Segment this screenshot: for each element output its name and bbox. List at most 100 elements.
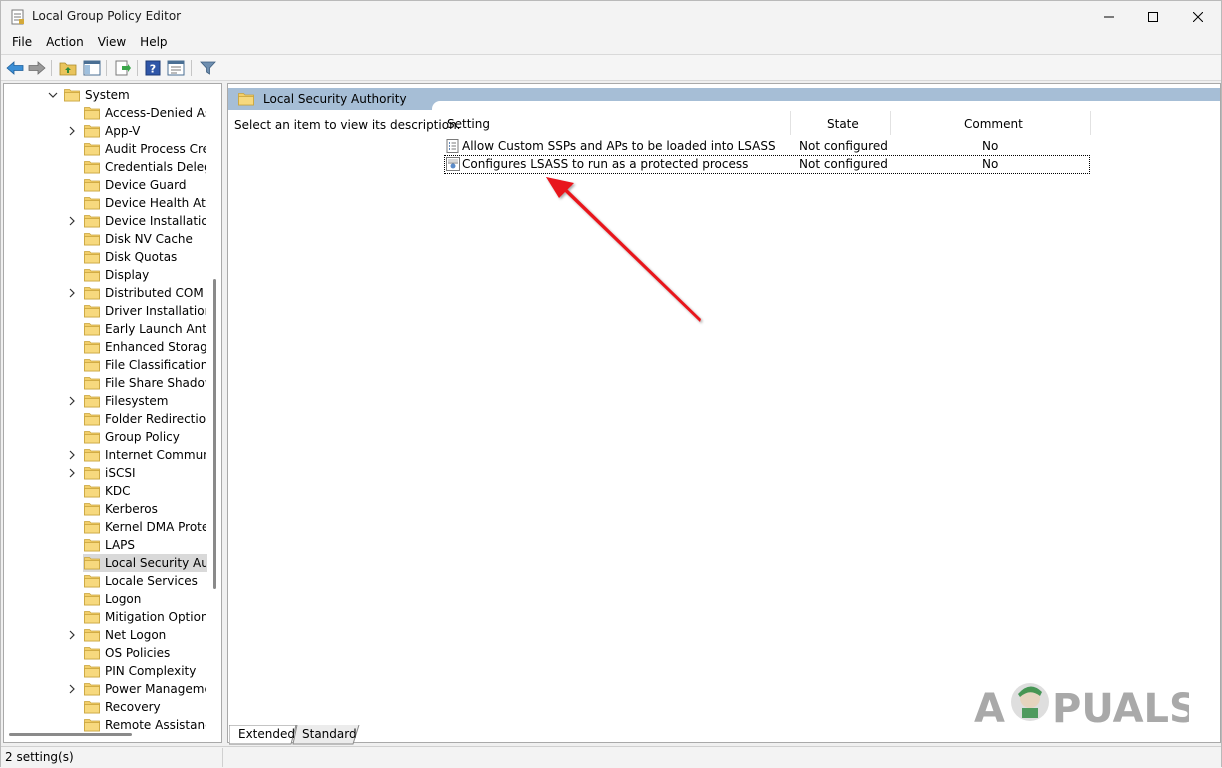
maximize-button[interactable] xyxy=(1130,1,1176,32)
tree-item[interactable]: File Classification I xyxy=(4,356,206,374)
setting-comment: No xyxy=(982,139,999,153)
tree-item[interactable]: Credentials Delegat xyxy=(4,158,206,176)
folder-icon xyxy=(84,377,100,390)
tree-item[interactable]: KDC xyxy=(4,482,206,500)
folder-icon xyxy=(84,701,100,714)
up-one-level-button[interactable] xyxy=(57,58,79,78)
setting-state: Not configured xyxy=(799,157,888,171)
folder-icon xyxy=(84,251,100,264)
tree-item[interactable]: Folder Redirection xyxy=(4,410,206,428)
chevron-right-icon[interactable] xyxy=(67,629,77,641)
menu-action[interactable]: Action xyxy=(39,32,91,54)
tree-item[interactable]: Driver Installation xyxy=(4,302,206,320)
tree-item[interactable]: Logon xyxy=(4,590,206,608)
close-button[interactable] xyxy=(1175,1,1221,32)
tree-item[interactable]: Display xyxy=(4,266,206,284)
folder-icon xyxy=(84,665,100,678)
folder-icon xyxy=(84,197,100,210)
chevron-right-icon[interactable] xyxy=(67,467,77,479)
help-button[interactable]: ? xyxy=(142,58,164,78)
tree-item[interactable]: Net Logon xyxy=(4,626,206,644)
tree-item[interactable]: Group Policy xyxy=(4,428,206,446)
tree-item[interactable]: Distributed COM xyxy=(4,284,206,302)
folder-icon xyxy=(84,683,100,696)
minimize-button[interactable] xyxy=(1086,1,1132,32)
tree-item[interactable]: Disk NV Cache xyxy=(4,230,206,248)
tree-item-label: File Classification I xyxy=(105,358,206,372)
chevron-right-icon[interactable] xyxy=(67,125,77,137)
chevron-right-icon[interactable] xyxy=(67,287,77,299)
menu-help[interactable]: Help xyxy=(133,32,174,54)
tree-item[interactable]: Access-Denied Ass xyxy=(4,104,206,122)
folder-icon xyxy=(84,215,100,228)
tree-item[interactable]: Mitigation Options xyxy=(4,608,206,626)
details-header-title: Local Security Authority xyxy=(263,92,407,106)
tree-item-label: Locale Services xyxy=(105,574,198,588)
tree-item[interactable]: Enhanced Storage A xyxy=(4,338,206,356)
tree-item-label: Credentials Delegat xyxy=(105,160,206,174)
tree-item[interactable]: Kernel DMA Protec xyxy=(4,518,206,536)
tree-item[interactable]: PIN Complexity xyxy=(4,662,206,680)
chevron-right-icon[interactable] xyxy=(67,215,77,227)
tree-item[interactable]: Filesystem xyxy=(4,392,206,410)
minimize-icon xyxy=(1104,16,1114,17)
tree-item[interactable]: Device Installation xyxy=(4,212,206,230)
tab-standard[interactable]: Standard xyxy=(302,727,357,741)
tree-horizontal-scrollbar[interactable] xyxy=(9,733,132,736)
tree-item[interactable]: Device Guard xyxy=(4,176,206,194)
column-header-comment[interactable]: Comment xyxy=(964,111,1023,135)
tree-vertical-scrollbar[interactable] xyxy=(213,279,216,589)
tree-item-label: Net Logon xyxy=(105,628,167,642)
tab-extended[interactable]: Extended xyxy=(238,727,295,741)
column-header-setting[interactable]: Setting xyxy=(447,111,490,135)
chevron-right-icon[interactable] xyxy=(67,395,77,407)
tree-item[interactable]: Early Launch Antim xyxy=(4,320,206,338)
tree-item[interactable]: App-V xyxy=(4,122,206,140)
tree-item[interactable]: Disk Quotas xyxy=(4,248,206,266)
tree-item[interactable]: LAPS xyxy=(4,536,206,554)
console-tree: System Access-Denied Ass App-V Audit Proce… xyxy=(3,83,222,743)
tree-item[interactable]: Local Security Auth xyxy=(4,554,207,572)
table-row[interactable]: Configures LSASS to run as a protected p… xyxy=(444,155,1090,174)
forward-button[interactable] xyxy=(26,58,48,78)
tree-item-system[interactable]: System xyxy=(4,86,206,104)
folder-icon xyxy=(84,647,100,660)
back-button[interactable] xyxy=(4,58,26,78)
chevron-down-icon[interactable] xyxy=(48,89,58,101)
tree-item[interactable]: Locale Services xyxy=(4,572,206,590)
tree-item-label: Driver Installation xyxy=(105,304,206,318)
tree-item[interactable]: Power Managemer xyxy=(4,680,206,698)
window-title: Local Group Policy Editor xyxy=(32,9,182,23)
chevron-right-icon[interactable] xyxy=(67,683,77,695)
tree-item-label: KDC xyxy=(105,484,131,498)
folder-icon xyxy=(84,611,100,624)
folder-icon xyxy=(84,269,100,282)
folder-icon xyxy=(84,287,100,300)
table-row[interactable]: Allow Custom SSPs and APs to be loaded i… xyxy=(444,137,1090,156)
tree-item[interactable]: File Share Shadow C xyxy=(4,374,206,392)
tree-item-label: Local Security Auth xyxy=(105,556,206,570)
tree-item[interactable]: Audit Process Crea xyxy=(4,140,206,158)
tree-item[interactable]: OS Policies xyxy=(4,644,206,662)
menu-file[interactable]: File xyxy=(5,32,39,54)
chevron-right-icon[interactable] xyxy=(67,449,77,461)
show-hide-console-tree-button[interactable] xyxy=(81,58,103,78)
tree-item[interactable]: Internet Communic xyxy=(4,446,206,464)
tree-item-label: PIN Complexity xyxy=(105,664,197,678)
menu-view[interactable]: View xyxy=(91,32,133,54)
details-pane: Local Security Authority Select an item … xyxy=(227,83,1221,743)
filter-button[interactable] xyxy=(197,58,219,78)
policy-setting-icon xyxy=(446,157,460,171)
folder-icon xyxy=(84,719,100,732)
column-header-state[interactable]: State xyxy=(827,111,859,135)
folder-icon xyxy=(84,413,100,426)
export-list-button[interactable] xyxy=(112,58,134,78)
properties-button[interactable] xyxy=(165,58,187,78)
tree-item[interactable]: Recovery xyxy=(4,698,206,716)
tree-item[interactable]: Device Health Atte xyxy=(4,194,206,212)
tree-item[interactable]: Kerberos xyxy=(4,500,206,518)
folder-icon xyxy=(84,107,100,120)
tree-item[interactable]: iSCSI xyxy=(4,464,206,482)
folder-icon xyxy=(84,467,100,480)
tree-item[interactable]: Remote Assistance xyxy=(4,716,206,734)
